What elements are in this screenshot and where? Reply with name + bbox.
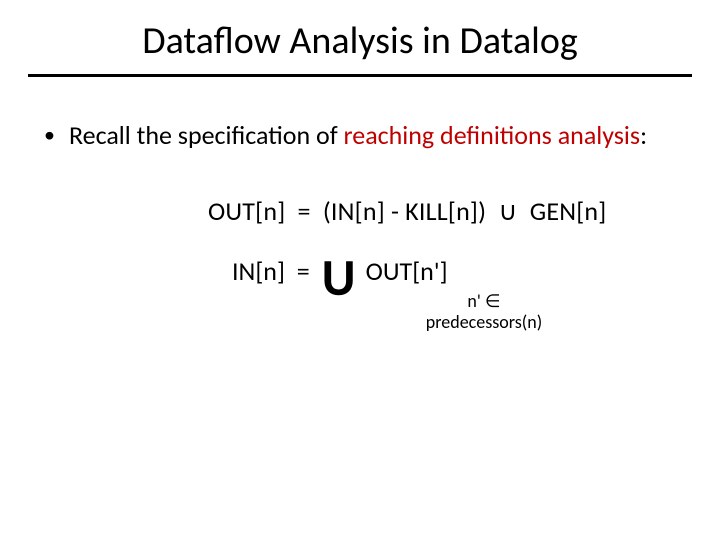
eq1-eq: = (298, 195, 311, 227)
slide: Dataflow Analysis in Datalog • Recall th… (0, 0, 720, 540)
bullet-prefix: Recall the specification of (69, 119, 344, 151)
equations: OUT[n] = (IN[n] - KILL[n]) ∪ GEN[n] IN[n… (44, 195, 676, 332)
bullet-item: • Recall the specification of reaching d… (44, 119, 676, 151)
union-icon: ∪ (498, 196, 517, 226)
subscript-var: n' (467, 290, 480, 312)
subscript-line2: predecessors(n) (292, 312, 676, 333)
equation-in: IN[n] = U OUT[n'] (44, 253, 676, 289)
eq1-rhs1: (IN[n] - KILL[n]) (323, 195, 486, 227)
slide-body: • Recall the specification of reaching d… (0, 77, 720, 332)
bullet-text: Recall the specification of reaching def… (69, 119, 647, 151)
slide-title: Dataflow Analysis in Datalog (0, 0, 720, 64)
bullet-highlight: reaching definitions analysis (344, 119, 641, 151)
eq1-lhs: OUT[n] (208, 195, 285, 227)
bullet-dot: • (44, 119, 55, 151)
element-of-icon: ∈ (485, 291, 501, 311)
eq1-rhs2: GEN[n] (530, 195, 607, 227)
eq2-lhs: IN[n] (232, 255, 285, 287)
eq2-eq: = (297, 255, 310, 287)
big-union-icon: U (316, 259, 362, 295)
bullet-suffix: : (640, 119, 647, 151)
eq2-left: IN[n] = (232, 255, 316, 287)
equation-out: OUT[n] = (IN[n] - KILL[n]) ∪ GEN[n] (44, 195, 676, 227)
eq2-rhs: OUT[n'] (362, 255, 448, 287)
union-subscript: n' ∈ predecessors(n) (44, 291, 676, 332)
